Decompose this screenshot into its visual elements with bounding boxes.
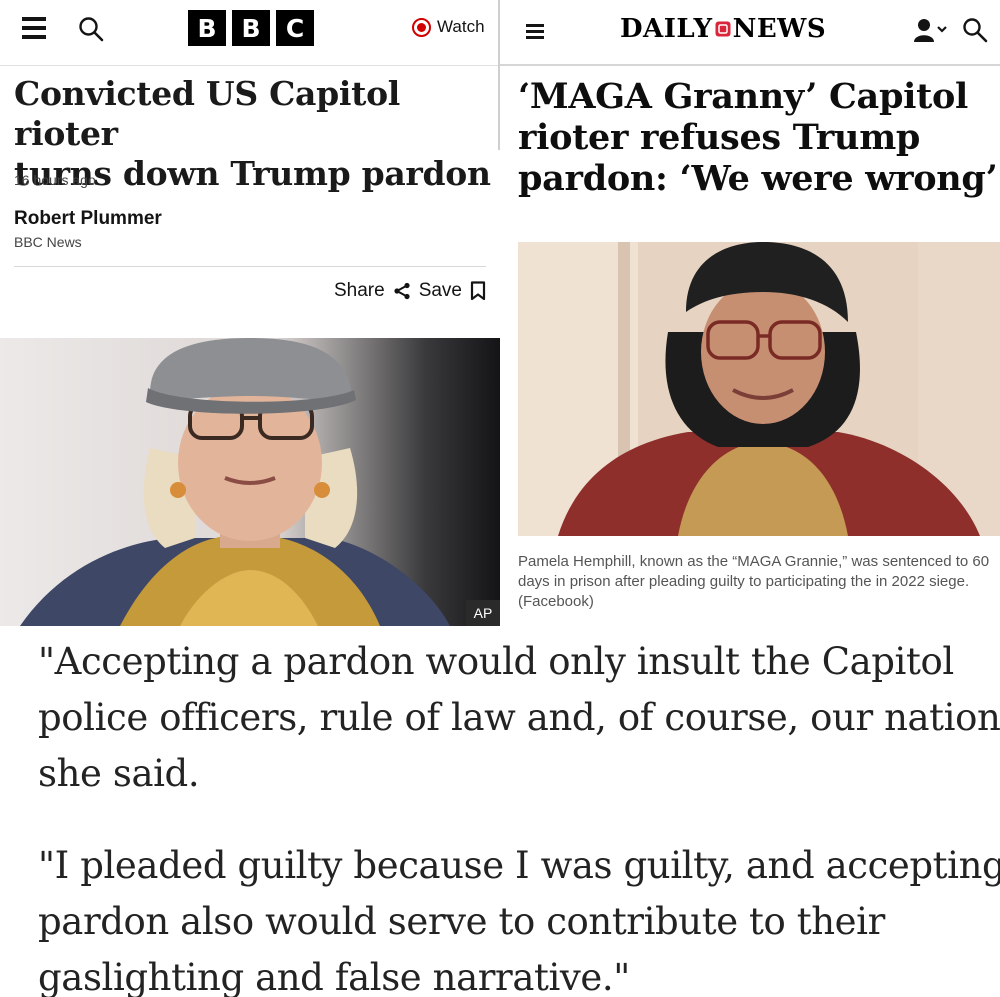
share-label: Share — [333, 280, 385, 301]
dailynews-headline: ‘MAGA Granny’ Capitol rioter refuses Tru… — [518, 76, 998, 199]
save-button[interactable]: Save — [419, 280, 486, 302]
menu-icon[interactable] — [526, 24, 544, 39]
watch-live-icon — [412, 17, 431, 37]
photo-illustration — [518, 242, 1000, 536]
logo-text-right: NEWS — [732, 14, 827, 44]
bbc-article-panel: B B C Watch Convicted US Capitol rioter … — [0, 0, 500, 626]
quote-line: gaslighting and false narrative." — [38, 956, 630, 997]
dailynews-logo[interactable]: DAILY NEWS — [620, 14, 826, 44]
share-button[interactable]: Share — [334, 280, 411, 302]
watch-button[interactable]: Watch — [412, 17, 485, 37]
user-icon[interactable] — [913, 17, 947, 43]
photo-illustration — [0, 338, 500, 626]
author-organization: BBC News — [14, 234, 82, 250]
article-photo — [518, 242, 1000, 536]
quote-line: "Accepting a pardon would only insult th… — [38, 640, 954, 683]
share-icon — [394, 282, 410, 300]
logo-emblem-icon — [715, 21, 731, 37]
bookmark-icon — [470, 281, 486, 301]
search-icon[interactable] — [962, 17, 988, 43]
article-photo: AP — [0, 338, 500, 626]
watch-label: Watch — [437, 17, 485, 36]
photo-credit-badge: AP — [466, 600, 500, 626]
bbc-logo-letter: B — [188, 10, 226, 46]
author-name[interactable]: Robert Plummer — [14, 208, 162, 230]
quote-paragraph: "I pleaded guilty because I was guilty, … — [38, 838, 1000, 997]
chevron-down-icon — [937, 26, 947, 33]
quote-paragraph: "Accepting a pardon would only insult th… — [38, 634, 1000, 802]
bbc-logo[interactable]: B B C — [188, 10, 314, 46]
timestamp: 16 hours ago — [14, 172, 96, 188]
quote-line: police officers, rule of law and, of cou… — [38, 696, 1000, 739]
bbc-logo-letter: C — [276, 10, 314, 46]
headline-line: Convicted US Capitol rioter — [14, 74, 401, 153]
caption-line: (Facebook) — [518, 593, 594, 610]
divider — [14, 266, 486, 267]
article-actions: Share Save — [334, 280, 486, 302]
dailynews-header: DAILY NEWS — [500, 0, 1000, 66]
caption-line: Pamela Hemphill, known as the “MAGA Gran… — [518, 553, 990, 570]
article-quotes: "Accepting a pardon would only insult th… — [0, 626, 1000, 997]
hamburger-menu-icon[interactable] — [22, 17, 46, 39]
headline-line: pardon: ‘We were wrong’ — [518, 158, 998, 199]
logo-text-left: DAILY — [620, 14, 713, 44]
search-icon[interactable] — [78, 16, 104, 42]
save-label: Save — [418, 280, 462, 301]
bbc-header: B B C Watch — [0, 0, 500, 66]
headline-line: rioter refuses Trump — [518, 117, 921, 158]
quote-line: "I pleaded guilty because I was guilty, … — [38, 844, 1000, 887]
caption-line: days in prison after pleading guilty to … — [518, 573, 970, 590]
headline-line: ‘MAGA Granny’ Capitol — [518, 76, 969, 117]
dailynews-article-panel: DAILY NEWS ‘MAGA Granny’ Capitol rioter … — [500, 0, 1000, 626]
bbc-logo-letter: B — [232, 10, 270, 46]
quote-line: she said. — [38, 752, 200, 795]
photo-caption: Pamela Hemphill, known as the “MAGA Gran… — [518, 552, 1000, 612]
quote-line: pardon also would serve to contribute to… — [38, 900, 885, 943]
